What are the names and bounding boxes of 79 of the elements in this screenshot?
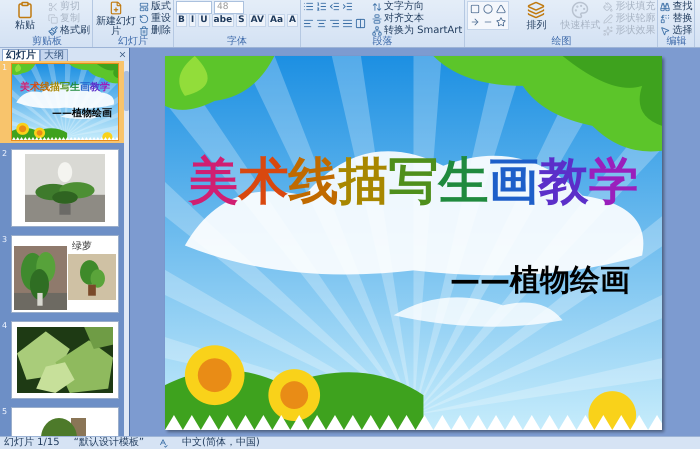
ribbon-button[interactable]: 转换为 SmartArt bbox=[372, 25, 462, 37]
slide-thumbnail[interactable] bbox=[11, 321, 119, 399]
align-left-icon[interactable] bbox=[303, 18, 314, 29]
format-button[interactable]: A bbox=[287, 14, 298, 27]
indent-icon[interactable] bbox=[342, 1, 353, 12]
ribbon-button[interactable]: 新建幻灯片 bbox=[95, 1, 137, 37]
group-label: 绘图 bbox=[550, 36, 572, 47]
slide-number: 1 bbox=[2, 63, 8, 72]
close-icon[interactable] bbox=[118, 50, 127, 59]
ribbon-button[interactable]: 替换 bbox=[660, 13, 692, 25]
align-icon bbox=[372, 14, 382, 24]
format-button[interactable]: abe bbox=[212, 14, 234, 27]
thumbnail-caption: 绿萝 bbox=[72, 242, 92, 252]
slide-number: 2 bbox=[2, 149, 8, 158]
reset-icon bbox=[139, 14, 149, 24]
clipboard-icon bbox=[16, 1, 34, 19]
panel-tab[interactable]: 大纲 bbox=[40, 49, 68, 61]
group-label: 段落 bbox=[372, 36, 394, 47]
square-icon[interactable] bbox=[470, 4, 480, 14]
panel-tab[interactable]: 幻灯片 bbox=[2, 49, 40, 61]
format-button[interactable]: U bbox=[198, 14, 210, 27]
format-button[interactable]: B bbox=[176, 14, 187, 27]
sparkles-icon bbox=[603, 26, 614, 36]
slide-number: 5 bbox=[2, 407, 8, 416]
triangle-icon[interactable] bbox=[496, 4, 506, 14]
group-label: 幻灯片 bbox=[117, 36, 149, 47]
justify-icon[interactable] bbox=[342, 18, 353, 29]
slide-number: 4 bbox=[2, 321, 8, 330]
trash-icon bbox=[139, 26, 149, 36]
align-center-icon[interactable] bbox=[316, 18, 327, 29]
columns-icon[interactable] bbox=[355, 18, 366, 29]
theme-name: “默认设计模板” bbox=[74, 438, 144, 448]
diagram-icon bbox=[372, 26, 382, 36]
ribbon-button[interactable]: 文字方向 bbox=[372, 1, 462, 13]
ribbon-button[interactable]: 排列 bbox=[515, 1, 558, 37]
spell-check-icon[interactable] bbox=[158, 438, 168, 448]
arrows-icon bbox=[372, 2, 382, 12]
align-right-icon[interactable] bbox=[329, 18, 340, 29]
circle-icon[interactable] bbox=[483, 4, 494, 14]
ribbon-button[interactable]: 重设 bbox=[139, 13, 171, 25]
ribbon-button[interactable]: 查找 bbox=[660, 1, 692, 13]
group-label: 编辑 bbox=[665, 36, 688, 47]
star-icon[interactable] bbox=[496, 17, 506, 27]
binoculars-icon bbox=[660, 2, 670, 12]
group-label: 剪贴板 bbox=[31, 36, 63, 47]
ribbon-button[interactable]: 对齐文本 bbox=[372, 13, 462, 25]
ribbon-button[interactable]: 格式刷 bbox=[48, 25, 90, 37]
palette-icon bbox=[571, 1, 590, 19]
paintbrush-icon bbox=[48, 26, 58, 36]
copy-icon bbox=[48, 14, 58, 24]
format-button[interactable]: S bbox=[236, 14, 247, 27]
numbering-icon[interactable] bbox=[316, 1, 327, 12]
ribbon-button[interactable]: 删除 bbox=[139, 25, 171, 37]
scrollbar[interactable] bbox=[124, 61, 129, 436]
slide-number: 3 bbox=[2, 235, 8, 244]
slide-thumbnail[interactable]: 绿萝 bbox=[11, 235, 119, 313]
language: 中文(简体，中国) bbox=[182, 438, 260, 448]
format-button[interactable]: Aa bbox=[268, 14, 286, 27]
layers-icon bbox=[527, 1, 546, 19]
ribbon-button[interactable]: 版式 bbox=[139, 1, 171, 13]
outdent-icon[interactable] bbox=[329, 1, 340, 12]
pen-icon bbox=[603, 14, 614, 24]
layout-icon bbox=[139, 2, 149, 12]
ribbon-button[interactable]: 粘贴 bbox=[4, 1, 46, 37]
slide-thumbnail[interactable] bbox=[11, 149, 119, 227]
group-label: 字体 bbox=[226, 36, 248, 47]
paint-bucket-icon bbox=[603, 2, 614, 12]
thumbnail-subtitle: ——植物绘画 bbox=[52, 108, 112, 119]
replace-icon bbox=[660, 14, 670, 24]
slide-subtitle[interactable]: ——植物绘画 bbox=[450, 264, 630, 298]
format-button[interactable]: I bbox=[188, 14, 196, 27]
pointer-icon bbox=[660, 26, 670, 36]
format-button[interactable]: AV bbox=[248, 14, 266, 27]
slide-count: 幻灯片 1/15 bbox=[4, 438, 60, 448]
scissors-icon bbox=[48, 2, 58, 12]
font-name-field[interactable] bbox=[176, 1, 212, 14]
arrow-icon[interactable] bbox=[470, 17, 480, 27]
ribbon-button[interactable]: 选择 bbox=[660, 25, 692, 37]
bullets-icon[interactable] bbox=[303, 1, 314, 12]
